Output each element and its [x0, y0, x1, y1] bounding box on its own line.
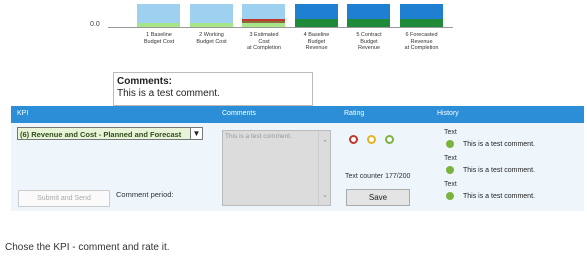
- bar-1: [137, 4, 180, 27]
- bar-4: [294, 4, 338, 27]
- history-label: Text: [444, 129, 457, 136]
- comment-period-label: Comment period:: [116, 190, 174, 199]
- submit-and-send-button[interactable]: Submit and Send: [18, 190, 110, 207]
- bar-segment: [242, 4, 285, 19]
- header-kpi: KPI: [17, 110, 29, 117]
- history-comment: This is a test comment.: [463, 193, 535, 200]
- kpi-table-header: KPI Comments Rating History: [11, 106, 584, 123]
- bar-segment: [399, 19, 443, 27]
- bar-5: [347, 4, 390, 27]
- bar-segment: [399, 4, 443, 19]
- scroll-up-icon[interactable]: ⌃: [322, 139, 328, 147]
- bar-3: [242, 4, 285, 27]
- history-status-dot: [446, 192, 454, 200]
- comments-text: This is a test comment.: [117, 88, 220, 99]
- comments-summary-box: Comments: This is a test comment.: [113, 72, 313, 106]
- chevron-down-icon[interactable]: ▼: [190, 127, 203, 140]
- x-axis-label: 6 Forecasted Revenue at Completion: [404, 32, 439, 51]
- rating-green-radio[interactable]: [385, 135, 394, 144]
- x-axis-label: 2 Working Budget Cost: [196, 32, 227, 45]
- scroll-down-icon[interactable]: ⌄: [322, 191, 328, 199]
- rating-yellow-radio[interactable]: [367, 135, 376, 144]
- y-axis-tick: 0.0: [90, 21, 100, 28]
- header-comments: Comments: [222, 110, 256, 117]
- history-status-dot: [446, 140, 454, 148]
- text-counter: Text counter 177/200: [345, 173, 411, 180]
- history-label: Text: [444, 181, 457, 188]
- bar-segment: [347, 4, 390, 19]
- header-history: History: [437, 110, 459, 117]
- x-axis-line: [108, 27, 453, 28]
- x-axis-label: 1 Baseline Budget Cost: [143, 32, 175, 45]
- comment-textarea[interactable]: This is a test comment. ⌃ ⌄: [222, 130, 331, 206]
- bar-2: [189, 4, 233, 27]
- x-axis-label: 3 Estimated Cost at Completion: [247, 32, 281, 51]
- x-axis-label: 5 Contract Budget Revenue: [356, 32, 382, 51]
- bar-segment: [189, 4, 233, 23]
- bar-6: [399, 4, 443, 27]
- comment-placeholder: This is a test comment.: [225, 133, 292, 140]
- header-rating: Rating: [344, 110, 365, 117]
- bar-segment: [137, 4, 180, 23]
- bar-segment: [347, 19, 390, 27]
- bar-segment: [294, 19, 338, 27]
- x-axis-label: 4 Baseline Budget Revenue: [303, 32, 330, 51]
- rating-red-radio[interactable]: [349, 135, 358, 144]
- comments-heading: Comments:: [117, 76, 173, 87]
- history-comment: This is a test comment.: [463, 141, 535, 148]
- history-comment: This is a test comment.: [463, 167, 535, 174]
- kpi-select[interactable]: (6) Revenue and Cost - Planned and Forec…: [17, 127, 203, 140]
- bar-segment: [294, 4, 338, 19]
- save-button[interactable]: Save: [346, 189, 410, 206]
- history-label: Text: [444, 155, 457, 162]
- instruction-caption: Chose the KPI - comment and rate it.: [5, 242, 170, 253]
- history-status-dot: [446, 166, 454, 174]
